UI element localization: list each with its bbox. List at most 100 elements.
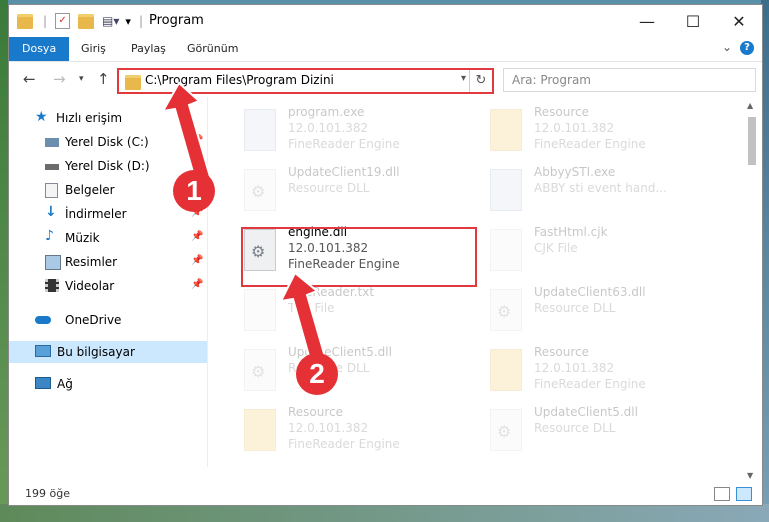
network-icon	[35, 377, 51, 389]
pin-icon: 📌	[191, 279, 204, 290]
desktop-background-bottom	[0, 504, 769, 522]
search-input[interactable]: Ara: Program	[503, 68, 756, 92]
file-name: UpdateClient63.dll	[534, 285, 646, 299]
folder-icon	[244, 409, 276, 451]
customize-toolbar-icon[interactable]: ▾	[125, 15, 131, 28]
file-detail: FineReader Engine	[534, 137, 646, 151]
tab-share[interactable]: Paylaş	[121, 37, 176, 61]
separator: |	[43, 14, 48, 28]
properties-icon[interactable]: ✓	[55, 13, 71, 29]
file-detail: 12.0.101.382	[288, 121, 369, 135]
refresh-icon[interactable]: ↻	[469, 70, 492, 92]
drive-icon	[45, 138, 59, 147]
file-name: Resource	[534, 345, 590, 359]
sidebar-item-label: Belgeler	[65, 183, 115, 197]
dll-icon	[244, 169, 276, 211]
separator: |	[138, 14, 143, 28]
sidebar-item-label: Resimler	[65, 255, 118, 269]
file-item[interactable]: Resource 12.0.101.382 FineReader Engine	[486, 345, 726, 401]
tab-home[interactable]: Giriş	[71, 37, 116, 61]
up-button[interactable]: ↑	[97, 70, 110, 88]
details-view-icon[interactable]	[714, 487, 730, 501]
forward-button[interactable]: →	[53, 70, 66, 88]
dll-icon	[490, 289, 522, 331]
folder-icon	[490, 109, 522, 151]
folder-icon	[490, 349, 522, 391]
recent-locations-icon[interactable]: ▾	[79, 74, 84, 84]
sidebar-item-label: Bu bilgisayar	[57, 345, 135, 359]
minimize-button[interactable]: —	[624, 5, 670, 37]
expand-ribbon-icon[interactable]: ⌄	[722, 40, 732, 54]
explorer-window: | ✓ ▤▾ ▾ | Program — ☐ ✕ Dosya Giriş Pay…	[8, 4, 763, 506]
view-options-icon[interactable]: ▤▾	[102, 14, 119, 28]
star-icon: ★	[35, 109, 48, 125]
back-button[interactable]: ←	[23, 70, 36, 88]
maximize-button[interactable]: ☐	[670, 5, 716, 37]
download-icon: ↓	[45, 204, 57, 220]
file-detail: Resource DLL	[534, 421, 616, 435]
tiles-view-icon[interactable]	[736, 487, 752, 501]
tab-view[interactable]: Görünüm	[177, 37, 248, 61]
file-item[interactable]: UpdateClient19.dll Resource DLL	[240, 165, 480, 221]
file-icon	[244, 289, 276, 331]
file-name: Resource	[534, 105, 590, 119]
folder-icon	[125, 75, 141, 90]
computer-icon	[35, 345, 51, 357]
exe-icon	[490, 169, 522, 211]
desktop-background-left	[0, 0, 8, 522]
exe-icon	[244, 109, 276, 151]
sidebar-item-label: Müzik	[65, 231, 100, 245]
file-detail: CJK File	[534, 241, 578, 255]
close-button[interactable]: ✕	[716, 5, 762, 37]
scroll-down-icon[interactable]: ▼	[747, 471, 753, 480]
file-item[interactable]: FastHtml.cjk CJK File	[486, 225, 726, 281]
sidebar-item-videos[interactable]: Videolar 📌	[9, 275, 207, 297]
sidebar-item-music[interactable]: ♪ Müzik 📌	[9, 227, 207, 249]
pictures-icon	[45, 255, 61, 270]
help-icon[interactable]: ?	[740, 41, 754, 55]
file-detail: Resource DLL	[288, 181, 370, 195]
annotation-badge-2: 2	[296, 353, 338, 395]
search-placeholder: Ara: Program	[512, 73, 591, 87]
sidebar-item-label: İndirmeler	[65, 207, 127, 221]
file-item[interactable]: FineReader.txt TXT File	[240, 285, 480, 341]
vertical-scrollbar[interactable]: ▲ ▼	[743, 97, 760, 483]
sidebar-item-network[interactable]: Ağ	[9, 373, 207, 395]
item-count: 199 öğe	[25, 487, 70, 500]
cloud-icon	[35, 316, 51, 324]
file-item[interactable]: UpdateClient63.dll Resource DLL	[486, 285, 726, 341]
file-detail: FineReader Engine	[534, 377, 646, 391]
dll-icon	[244, 349, 276, 391]
file-name: UpdateClient5.dll	[534, 405, 638, 419]
sidebar-item-label: Yerel Disk (D:)	[65, 159, 150, 173]
new-folder-icon[interactable]	[78, 13, 95, 29]
scroll-up-icon[interactable]: ▲	[747, 101, 753, 110]
sidebar-item-label: OneDrive	[65, 313, 122, 327]
file-item[interactable]: Resource 12.0.101.382 FineReader Engine	[486, 105, 726, 161]
folder-icon	[17, 13, 33, 29]
file-detail: 12.0.101.382	[288, 421, 369, 435]
sidebar-item-downloads[interactable]: ↓ İndirmeler 📌	[9, 203, 207, 225]
title-bar: | ✓ ▤▾ ▾ | Program — ☐ ✕	[9, 5, 762, 37]
navigation-bar: ← → ▾ ↑ C:\Program Files\Program Dizini …	[9, 61, 762, 96]
file-name: Resource	[288, 405, 344, 419]
file-item[interactable]: UpdateClient5.dll Resource DLL	[486, 405, 726, 461]
file-name: UpdateClient19.dll	[288, 165, 400, 179]
file-item[interactable]: UpdateClient5.dll Resource DLL	[240, 345, 480, 401]
file-item[interactable]: program.exe 12.0.101.382 FineReader Engi…	[240, 105, 480, 161]
file-item[interactable]: AbbyySTI.exe ABBY sti event hand...	[486, 165, 726, 221]
sidebar-item-label: Hızlı erişim	[56, 111, 123, 125]
tab-file[interactable]: Dosya	[9, 37, 70, 61]
ribbon-tabs: Dosya Giriş Paylaş Görünüm ⌄ ?	[9, 37, 762, 61]
sidebar-item-pictures[interactable]: Resimler 📌	[9, 251, 207, 273]
address-dropdown-icon[interactable]: ▾	[461, 73, 466, 84]
scrollbar-thumb[interactable]	[748, 117, 756, 165]
file-name: program.exe	[288, 105, 365, 119]
annotation-badge-1: 1	[173, 170, 215, 212]
file-name: AbbyySTI.exe	[534, 165, 616, 179]
file-name: FastHtml.cjk	[534, 225, 608, 239]
sidebar-item-onedrive[interactable]: OneDrive	[9, 309, 207, 331]
file-detail: Resource DLL	[534, 301, 616, 315]
file-item[interactable]: Resource 12.0.101.382 FineReader Engine	[240, 405, 480, 461]
sidebar-item-this-pc[interactable]: Bu bilgisayar	[9, 341, 207, 363]
